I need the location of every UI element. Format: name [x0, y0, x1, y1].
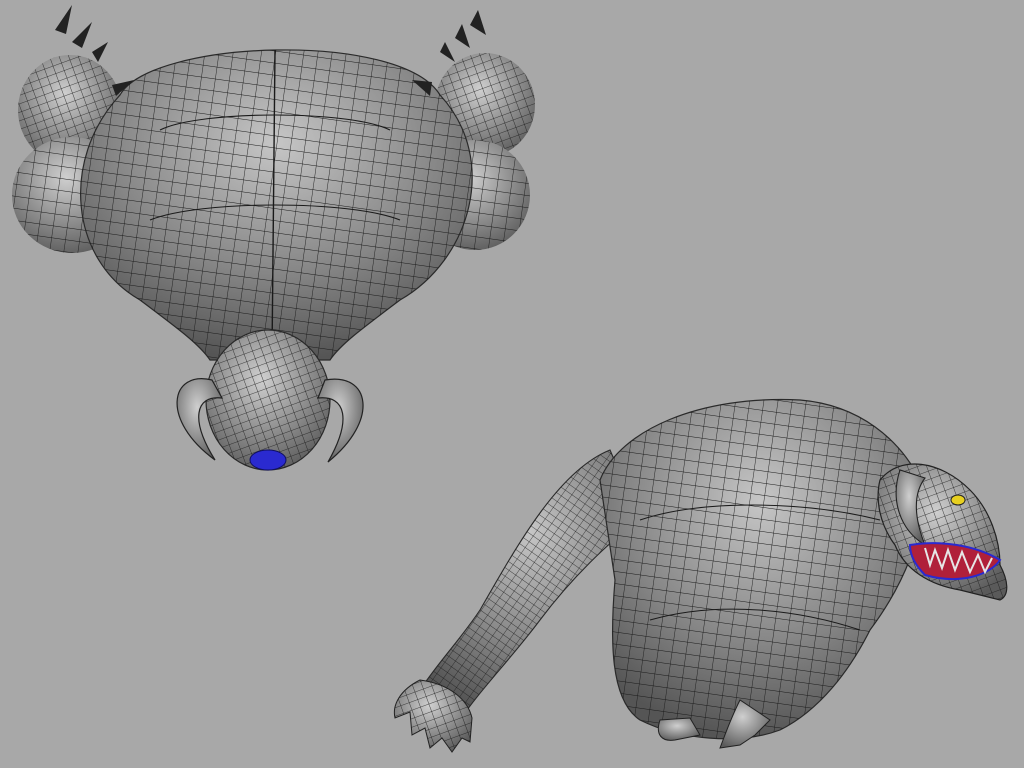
creature-perspective-view[interactable] [393, 398, 1008, 753]
perspective-torso [599, 398, 923, 740]
creature-top-view[interactable] [12, 5, 535, 471]
viewport-canvas [12, 5, 1008, 753]
perspective-eye [950, 494, 966, 506]
top-torso [80, 49, 473, 361]
top-head [205, 329, 331, 471]
3d-viewport[interactable] [0, 0, 1024, 768]
